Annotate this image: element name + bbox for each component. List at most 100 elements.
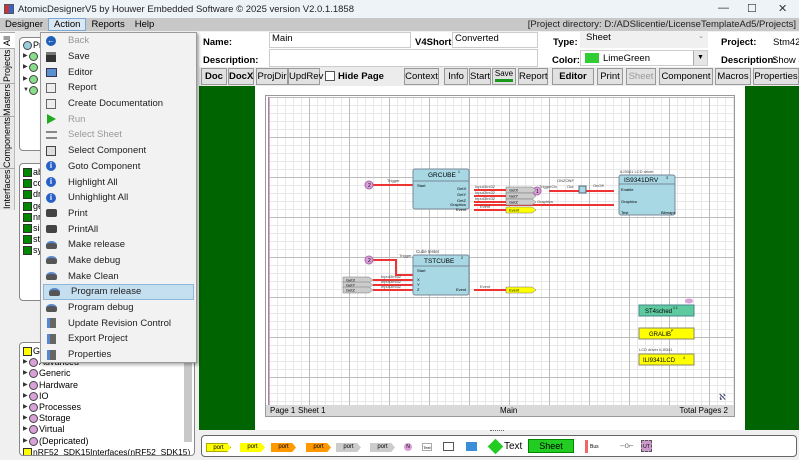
splitter-handle[interactable]: [490, 430, 504, 433]
project-icon: [29, 52, 38, 62]
macros-button[interactable]: Macros: [715, 68, 751, 85]
context-button[interactable]: Context: [404, 68, 439, 85]
menu-item-update-revision-control[interactable]: Update Revision Control: [41, 315, 196, 331]
palette-node[interactable]: N: [404, 443, 412, 451]
report-button[interactable]: Report: [518, 68, 548, 85]
tree-item[interactable]: ▶ Hardware: [23, 380, 191, 391]
dropdown-arrow-icon[interactable]: ▼: [693, 51, 707, 65]
project-icon: [29, 63, 38, 73]
tree-item[interactable]: ▶ Storage: [23, 413, 191, 424]
palette-port-gray-in[interactable]: port: [370, 443, 395, 452]
menu-item-program-release[interactable]: Program release: [43, 284, 194, 300]
palette-port-orange-in[interactable]: port: [306, 443, 331, 452]
onoff-component[interactable]: [578, 185, 587, 194]
palette-textbox[interactable]: Text: [422, 443, 432, 451]
palette-sheet[interactable]: Sheet: [528, 439, 574, 453]
menu-item-print[interactable]: Print: [41, 206, 196, 222]
menu-item-goto-component[interactable]: i Goto Component: [41, 159, 196, 175]
palette-port-gray-out[interactable]: port: [336, 443, 361, 452]
palette-image-icon[interactable]: [466, 442, 477, 451]
minimize-button[interactable]: —: [718, 2, 729, 14]
menu-item-select-component[interactable]: Select Component: [41, 143, 196, 159]
name-input[interactable]: Main: [269, 32, 411, 48]
event-port[interactable]: Event: [505, 206, 537, 214]
tab-components[interactable]: Components: [0, 116, 15, 168]
wire-label: Event: [480, 284, 491, 289]
st4sched-component[interactable]: ST4sched1.1: [638, 298, 695, 317]
menu-item-save[interactable]: Save: [41, 49, 196, 65]
tab-interfaces[interactable]: Interfaces: [0, 168, 15, 210]
sheet-header: Name: Main V4Short: Converted Type: Shee…: [199, 32, 799, 68]
description-input[interactable]: [269, 49, 538, 67]
is9341drv-component[interactable]: IS9341DRV 3 Enable Graphics Test Bitmaps: [618, 174, 676, 216]
close-button[interactable]: ✕: [778, 2, 787, 15]
sched-node[interactable]: [685, 298, 693, 304]
tree-item[interactable]: ▶ Virtual: [23, 424, 191, 435]
palette-frame-icon[interactable]: [443, 442, 454, 451]
palette-port-yellow-out[interactable]: port: [206, 443, 231, 452]
port-out[interactable]: GetY: [505, 192, 537, 200]
tstcube-component[interactable]: TSTCUBE 2 Start X Y Z Event: [412, 254, 470, 296]
editor-button[interactable]: Editor: [552, 68, 594, 85]
port-in[interactable]: GetZ: [342, 286, 374, 294]
port-out[interactable]: GetZ: [505, 198, 537, 206]
menu-item-editor[interactable]: Editor: [41, 64, 196, 80]
projdir-button[interactable]: ProjDir: [256, 68, 288, 85]
menu-item-run[interactable]: Run: [41, 111, 196, 127]
menu-item-make-debug[interactable]: Make debug: [41, 253, 196, 269]
menu-item-select-sheet[interactable]: Select Sheet: [41, 127, 196, 143]
docx-button[interactable]: DocX: [228, 68, 254, 85]
port-out[interactable]: GetX: [505, 186, 537, 194]
v4short-input[interactable]: Converted: [452, 32, 538, 48]
properties-button[interactable]: Properties: [753, 68, 799, 85]
menu-item-properties[interactable]: Properties: [41, 347, 196, 363]
gralib-component[interactable]: GRALIBP: [638, 327, 695, 340]
menu-item-export-project[interactable]: Export Project: [41, 331, 196, 347]
menu-item-make-clean[interactable]: Make Clean: [41, 268, 196, 284]
menu-item-back[interactable]: ← Back: [41, 33, 196, 49]
maximize-button[interactable]: ☐: [747, 2, 757, 15]
doc-button[interactable]: Doc: [201, 68, 227, 85]
palette-text[interactable]: Text: [504, 441, 522, 452]
updrev-button[interactable]: UpdRev: [288, 68, 323, 85]
sheet-button[interactable]: Sheet: [626, 68, 656, 85]
menu-reports[interactable]: Reports: [86, 18, 129, 31]
menu-item-unhighlight-all[interactable]: i Unhighlight All: [41, 190, 196, 206]
menu-action[interactable]: Action: [48, 18, 87, 31]
palette-port-orange-out[interactable]: port: [271, 443, 296, 452]
tree-item[interactable]: ▶ IO: [23, 391, 191, 402]
tree-item[interactable]: ▶ (Depricated): [23, 436, 191, 447]
tree-item[interactable]: ▶ Processes: [23, 402, 191, 413]
palette-diamond-icon[interactable]: [487, 438, 504, 455]
component-icon: [41, 145, 61, 156]
menu-item-create-documentation[interactable]: Create Documentation: [41, 96, 196, 112]
palette-port-yellow-in[interactable]: port: [240, 443, 265, 452]
type-select[interactable]: Sheet ⌄: [580, 32, 708, 48]
menu-item-printall[interactable]: PrintAll: [41, 221, 196, 237]
print-button[interactable]: Print: [597, 68, 623, 85]
sheet-grid[interactable]: 2 2 1 Trigger Input3Int32 Input3Int32 In…: [268, 97, 734, 405]
start-button[interactable]: Start: [469, 68, 491, 85]
menu-designer[interactable]: Designer: [0, 18, 48, 31]
color-select[interactable]: LimeGreen ▼: [580, 50, 708, 66]
palette-connector-icon[interactable]: –o⌐: [620, 441, 634, 450]
menu-item-make-release[interactable]: Make release: [41, 237, 196, 253]
event-port[interactable]: Event: [505, 286, 537, 294]
save-button[interactable]: Save: [492, 68, 516, 85]
menu-item-program-debug[interactable]: Program debug: [41, 300, 196, 316]
tree-item[interactable]: ▶ Generic: [23, 368, 191, 379]
tab-all[interactable]: All: [0, 32, 15, 48]
palette-chip-icon[interactable]: UT: [641, 440, 652, 452]
hide-page-checkbox[interactable]: [325, 71, 335, 81]
info-button[interactable]: Info: [444, 68, 468, 85]
menu-item-highlight-all[interactable]: i Highlight All: [41, 174, 196, 190]
menu-item-report[interactable]: Report: [41, 80, 196, 96]
tree-item[interactable]: nRF52_SDK15Interfaces(nRF52_SDK15): [23, 447, 191, 455]
ili9341lcd-component[interactable]: ILI9341LCD 4: [638, 353, 695, 366]
menu-help[interactable]: Help: [130, 18, 160, 31]
tab-projects[interactable]: Projects: [0, 48, 15, 83]
tab-masters[interactable]: Masters: [0, 83, 15, 116]
grcube-component[interactable]: GRCUBE 1 Start GetX GetY GetZ Graphics E…: [412, 168, 470, 212]
component-button[interactable]: Component: [659, 68, 713, 85]
palette-bus-icon[interactable]: [585, 440, 588, 453]
